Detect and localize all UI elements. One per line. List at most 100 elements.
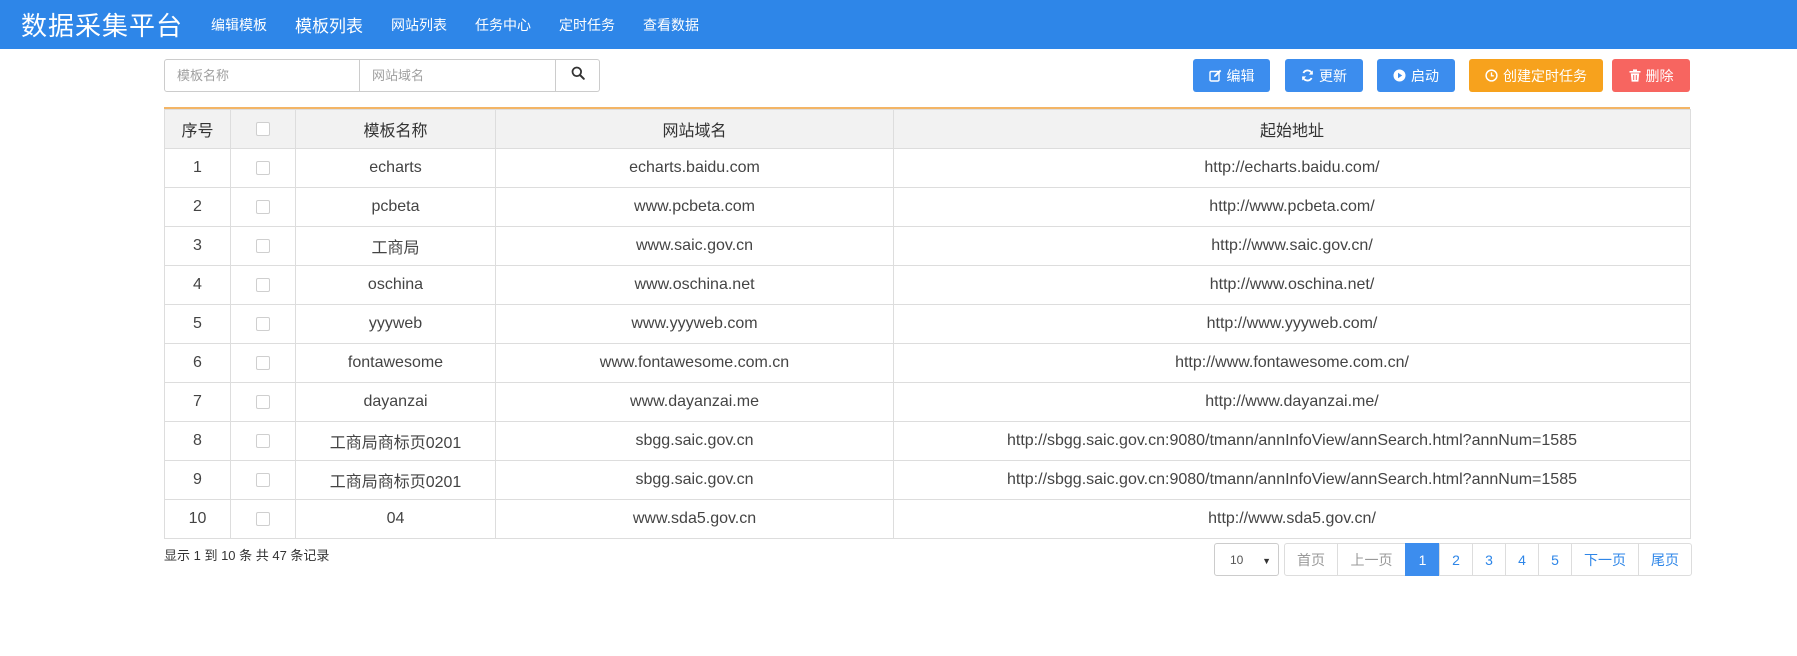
- table-row[interactable]: 2 pcbeta www.pcbeta.com http://www.pcbet…: [164, 187, 1691, 227]
- start-label: 启动: [1411, 67, 1439, 84]
- start-button[interactable]: 启动: [1377, 59, 1455, 92]
- brand-title[interactable]: 数据采集平台: [21, 6, 183, 43]
- site-domain-input[interactable]: [360, 59, 556, 92]
- create-scheduled-task-label: 创建定时任务: [1503, 67, 1587, 84]
- page-next[interactable]: 下一页: [1571, 543, 1639, 576]
- cell-select: [230, 343, 296, 383]
- table-row[interactable]: 9 工商局商标页0201 sbgg.saic.gov.cn http://sbg…: [164, 460, 1691, 500]
- top-navbar: 数据采集平台 编辑模板 模板列表 网站列表 任务中心 定时任务 查看数据: [0, 0, 1797, 49]
- row-checkbox[interactable]: [256, 511, 270, 526]
- page-first[interactable]: 首页: [1284, 543, 1338, 576]
- cell-start-url: http://sbgg.saic.gov.cn:9080/tmann/annIn…: [893, 421, 1691, 461]
- table-row[interactable]: 5 yyyweb www.yyyweb.com http://www.yyywe…: [164, 304, 1691, 344]
- cell-template-name: fontawesome: [295, 343, 496, 383]
- cell-template-name: pcbeta: [295, 187, 496, 227]
- cell-start-url: http://sbgg.saic.gov.cn:9080/tmann/annIn…: [893, 460, 1691, 500]
- cell-select: [230, 226, 296, 266]
- row-checkbox[interactable]: [256, 472, 270, 487]
- search-icon: [571, 66, 585, 85]
- page-size-value: 10: [1230, 552, 1244, 567]
- nav-item-edit-template[interactable]: 编辑模板: [197, 15, 281, 35]
- trash-icon: [1629, 69, 1641, 82]
- row-checkbox[interactable]: [256, 160, 270, 175]
- cell-index: 2: [164, 187, 231, 227]
- nav-item-view-data[interactable]: 查看数据: [629, 15, 713, 35]
- row-checkbox[interactable]: [256, 199, 270, 214]
- update-label: 更新: [1319, 67, 1347, 84]
- page-number-2[interactable]: 2: [1439, 543, 1473, 576]
- cell-start-url: http://www.oschina.net/: [893, 265, 1691, 305]
- cell-template-name: 工商局商标页0201: [295, 460, 496, 500]
- cell-select: [230, 460, 296, 500]
- row-checkbox[interactable]: [256, 316, 270, 331]
- header-site-domain[interactable]: 网站域名: [495, 109, 894, 149]
- pagination: 首页 上一页 1 2 3 4 5 下一页 尾页: [1284, 543, 1692, 576]
- table-row[interactable]: 6 fontawesome www.fontawesome.com.cn htt…: [164, 343, 1691, 383]
- header-index[interactable]: 序号: [164, 109, 231, 149]
- cell-site-domain: www.pcbeta.com: [495, 187, 894, 227]
- page-number-4[interactable]: 4: [1505, 543, 1539, 576]
- pagination-summary: 显示 1 到 10 条 共 47 条记录: [164, 548, 330, 563]
- play-circle-icon: [1393, 69, 1406, 82]
- table-row[interactable]: 10 04 www.sda5.gov.cn http://www.sda5.go…: [164, 499, 1691, 539]
- cell-index: 4: [164, 265, 231, 305]
- cell-template-name: 工商局商标页0201: [295, 421, 496, 461]
- cell-index: 8: [164, 421, 231, 461]
- cell-site-domain: www.fontawesome.com.cn: [495, 343, 894, 383]
- update-button[interactable]: 更新: [1285, 59, 1363, 92]
- refresh-icon: [1301, 69, 1314, 82]
- page-number-1[interactable]: 1: [1405, 543, 1440, 576]
- nav-item-template-list[interactable]: 模板列表: [281, 12, 377, 37]
- cell-select: [230, 499, 296, 539]
- row-checkbox[interactable]: [256, 355, 270, 370]
- cell-start-url: http://www.dayanzai.me/: [893, 382, 1691, 422]
- cell-site-domain: www.dayanzai.me: [495, 382, 894, 422]
- cell-site-domain: echarts.baidu.com: [495, 148, 894, 188]
- table-row[interactable]: 4 oschina www.oschina.net http://www.osc…: [164, 265, 1691, 305]
- cell-start-url: http://www.fontawesome.com.cn/: [893, 343, 1691, 383]
- create-scheduled-task-button[interactable]: 创建定时任务: [1469, 59, 1603, 92]
- header-start-url[interactable]: 起始地址: [893, 109, 1691, 149]
- search-button[interactable]: [556, 59, 600, 92]
- cell-index: 3: [164, 226, 231, 266]
- table-row[interactable]: 7 dayanzai www.dayanzai.me http://www.da…: [164, 382, 1691, 422]
- edit-button[interactable]: 编辑: [1193, 59, 1270, 92]
- header-template-name[interactable]: 模板名称: [295, 109, 496, 149]
- page-number-5[interactable]: 5: [1538, 543, 1572, 576]
- clock-icon: [1485, 69, 1498, 82]
- cell-site-domain: sbgg.saic.gov.cn: [495, 421, 894, 461]
- table-row[interactable]: 8 工商局商标页0201 sbgg.saic.gov.cn http://sbg…: [164, 421, 1691, 461]
- delete-label: 删除: [1645, 67, 1674, 84]
- nav-item-site-list[interactable]: 网站列表: [377, 15, 461, 35]
- cell-template-name: oschina: [295, 265, 496, 305]
- nav-item-task-center[interactable]: 任务中心: [461, 15, 545, 35]
- cell-site-domain: www.oschina.net: [495, 265, 894, 305]
- nav-item-scheduled-tasks[interactable]: 定时任务: [545, 15, 629, 35]
- header-select-all[interactable]: [230, 109, 296, 149]
- cell-site-domain: www.saic.gov.cn: [495, 226, 894, 266]
- template-name-input[interactable]: [164, 59, 360, 92]
- table-row[interactable]: 3 工商局 www.saic.gov.cn http://www.saic.go…: [164, 226, 1691, 266]
- row-checkbox[interactable]: [256, 433, 270, 448]
- cell-select: [230, 148, 296, 188]
- chevron-down-icon: ▼: [1262, 556, 1271, 566]
- select-all-checkbox[interactable]: [256, 121, 270, 136]
- cell-select: [230, 421, 296, 461]
- edit-icon: [1208, 69, 1222, 82]
- row-checkbox[interactable]: [256, 277, 270, 292]
- cell-start-url: http://echarts.baidu.com/: [893, 148, 1691, 188]
- table-row[interactable]: 1 echarts echarts.baidu.com http://echar…: [164, 148, 1691, 188]
- page-number-3[interactable]: 3: [1472, 543, 1506, 576]
- cell-index: 7: [164, 382, 231, 422]
- cell-select: [230, 265, 296, 305]
- cell-template-name: dayanzai: [295, 382, 496, 422]
- cell-template-name: 工商局: [295, 226, 496, 266]
- page-prev[interactable]: 上一页: [1337, 543, 1406, 576]
- page-size-select[interactable]: 10 ▼: [1214, 543, 1279, 576]
- cell-start-url: http://www.saic.gov.cn/: [893, 226, 1691, 266]
- delete-button[interactable]: 删除: [1612, 59, 1690, 92]
- row-checkbox[interactable]: [256, 394, 270, 409]
- cell-index: 6: [164, 343, 231, 383]
- row-checkbox[interactable]: [256, 238, 270, 253]
- page-last[interactable]: 尾页: [1638, 543, 1692, 576]
